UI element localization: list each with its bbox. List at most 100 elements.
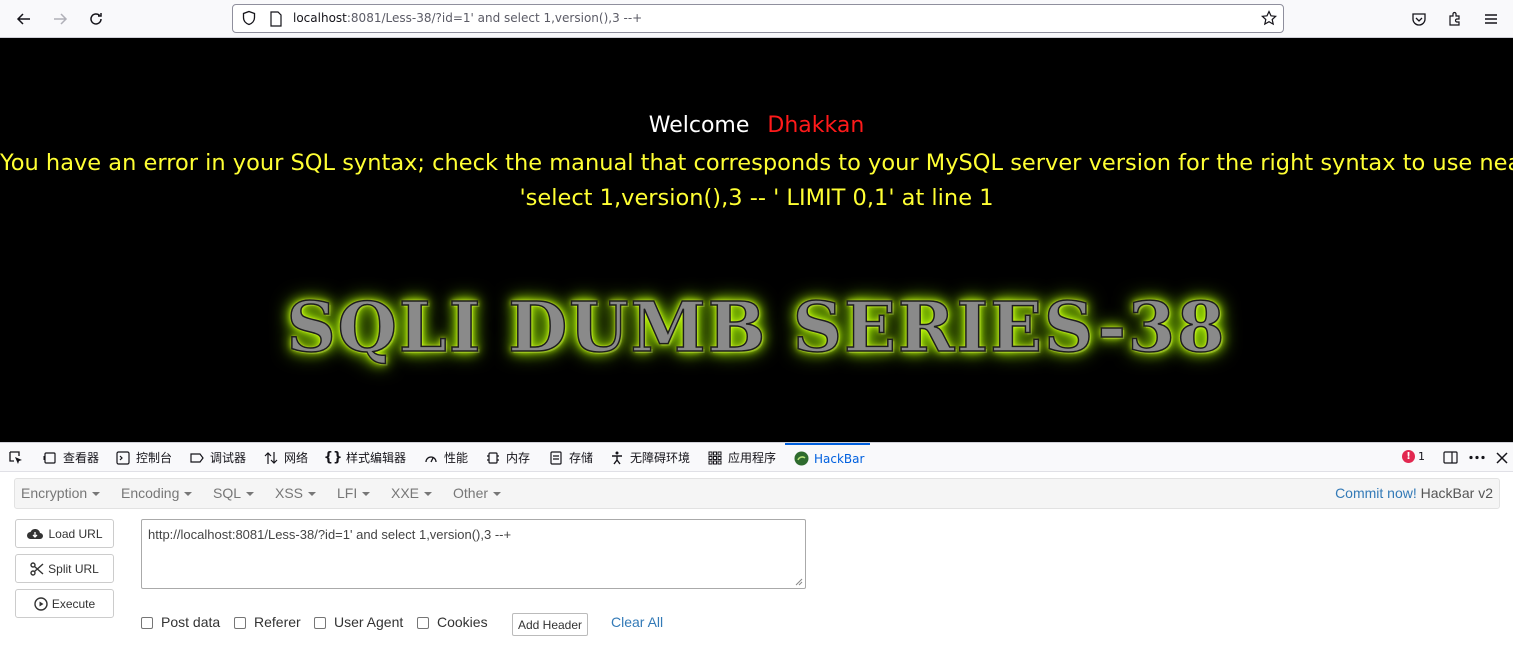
banner-text: SQLI DUMB SERIES-38 — [286, 287, 1227, 369]
caret-down-icon — [424, 492, 433, 497]
error-count-badge[interactable]: ! 1 — [1402, 450, 1425, 463]
add-header-button[interactable]: Add Header — [512, 613, 588, 636]
tab-label: 查看器 — [63, 451, 100, 465]
network-icon — [263, 450, 279, 466]
back-icon[interactable] — [11, 6, 37, 32]
tab-label: 应用程序 — [728, 451, 777, 465]
caret-down-icon — [493, 492, 502, 497]
inspector-icon — [42, 450, 58, 466]
tab-performance[interactable]: 性能 — [423, 443, 468, 472]
pocket-icon[interactable] — [1406, 6, 1432, 32]
tab-storage[interactable]: 存储 — [548, 443, 593, 472]
url-host: localhost — [293, 11, 347, 25]
welcome-line: Welcome Dhakkan — [0, 113, 1513, 138]
tab-hackbar[interactable]: HackBar — [785, 443, 870, 472]
accessibility-icon — [609, 450, 625, 466]
load-url-label: Load URL — [48, 526, 103, 541]
tab-memory[interactable]: 内存 — [485, 443, 530, 472]
option-label: Post data — [161, 614, 221, 630]
tab-network[interactable]: 网络 — [263, 443, 308, 472]
menu-xxe[interactable]: XXE — [391, 485, 433, 501]
menu-other[interactable]: Other — [453, 485, 502, 501]
tab-style-editor[interactable]: {} 样式编辑器 — [323, 443, 406, 472]
tab-label: 内存 — [506, 451, 531, 465]
option-label: User Agent — [334, 614, 404, 630]
console-icon — [115, 450, 131, 466]
execute-label: Execute — [51, 596, 96, 611]
split-url-button[interactable]: Split URL — [15, 554, 114, 583]
tab-label: 性能 — [444, 451, 469, 465]
hackbar-url-value: http://localhost:8081/Less-38/?id=1' and… — [148, 527, 512, 542]
user-name: Dhakkan — [767, 113, 865, 138]
style-editor-icon: {} — [323, 450, 343, 465]
url-path: :8081/Less-38/?id=1' and select 1,versio… — [346, 11, 643, 25]
application-icon — [707, 450, 723, 466]
tab-inspector[interactable]: 查看器 — [42, 443, 99, 472]
commit-link[interactable]: Commit now! — [1335, 485, 1417, 501]
page-icon — [269, 11, 283, 31]
resize-handle-icon[interactable] — [795, 578, 803, 586]
performance-icon — [423, 450, 439, 466]
sql-error-message: You have an error in your SQL syntax; ch… — [0, 146, 1513, 216]
commit-area: Commit now! HackBar v2 — [1335, 485, 1493, 501]
browser-toolbar: localhost:8081/Less-38/?id=1' and select… — [0, 0, 1513, 38]
series-banner: SQLI DUMB SERIES-38 — [0, 287, 1513, 369]
option-label: Cookies — [437, 614, 488, 630]
caret-down-icon — [362, 492, 371, 497]
hackbar-version: HackBar v2 — [1420, 485, 1493, 501]
tab-label: HackBar — [814, 451, 865, 466]
bookmark-star-icon[interactable] — [1260, 10, 1278, 30]
reload-icon[interactable] — [83, 6, 109, 32]
hackbar-url-textarea[interactable]: http://localhost:8081/Less-38/?id=1' and… — [141, 519, 806, 589]
post-data-checkbox[interactable] — [141, 617, 153, 629]
memory-icon — [485, 450, 501, 466]
user-agent-checkbox[interactable] — [314, 617, 326, 629]
tab-label: 无障碍环境 — [630, 451, 691, 465]
clear-all-link[interactable]: Clear All — [611, 614, 663, 630]
tab-label: 存储 — [569, 451, 594, 465]
scissors-icon — [30, 561, 44, 576]
error-line-2: 'select 1,version(),3 -- ' LIMIT 0,1' at… — [519, 185, 994, 211]
extensions-icon[interactable] — [1442, 6, 1468, 32]
cloud-download-icon — [27, 528, 44, 539]
play-circle-icon — [34, 596, 48, 611]
tab-application[interactable]: 应用程序 — [707, 443, 776, 472]
menu-label: Other — [453, 485, 489, 501]
option-label: Referer — [254, 614, 301, 630]
page-content: Welcome Dhakkan You have an error in your… — [0, 38, 1513, 442]
menu-encryption[interactable]: Encryption — [21, 485, 101, 501]
menu-lfi[interactable]: LFI — [337, 485, 371, 501]
hackbar-icon — [793, 451, 809, 467]
tab-accessibility[interactable]: 无障碍环境 — [609, 443, 690, 472]
url-text[interactable]: localhost:8081/Less-38/?id=1' and select… — [293, 11, 642, 25]
debugger-icon — [189, 450, 205, 466]
tab-label: 网络 — [284, 451, 309, 465]
menu-xss[interactable]: XSS — [275, 485, 317, 501]
hackbar-menu: Encryption Encoding SQL XSS LFI XXE Othe… — [14, 478, 1500, 509]
menu-icon[interactable] — [1478, 6, 1504, 32]
menu-label: LFI — [337, 485, 358, 501]
execute-button[interactable]: Execute — [15, 589, 114, 618]
tab-console[interactable]: 控制台 — [115, 443, 172, 472]
menu-encoding[interactable]: Encoding — [121, 485, 193, 501]
dock-side-icon[interactable] — [1443, 443, 1458, 472]
referer-checkbox[interactable] — [234, 617, 246, 629]
element-picker-icon[interactable] — [8, 443, 24, 472]
hackbar-panel: Encryption Encoding SQL XSS LFI XXE Othe… — [0, 472, 1513, 653]
menu-label: XSS — [275, 485, 304, 501]
cookies-checkbox[interactable] — [417, 617, 429, 629]
load-url-button[interactable]: Load URL — [15, 519, 114, 548]
close-devtools-icon[interactable] — [1495, 443, 1509, 472]
devtools-tabbar: 查看器 控制台 调试器 网络 {} 样式编辑器 性能 内存 存储 无障碍环境 应… — [0, 442, 1513, 472]
more-options-icon[interactable] — [1468, 443, 1486, 472]
menu-sql[interactable]: SQL — [213, 485, 255, 501]
shield-icon[interactable] — [241, 10, 257, 30]
split-url-label: Split URL — [48, 561, 99, 576]
error-line-1: You have an error in your SQL syntax; ch… — [0, 150, 1513, 176]
tab-debugger[interactable]: 调试器 — [189, 443, 246, 472]
menu-label: XXE — [391, 485, 420, 501]
url-bar[interactable]: localhost:8081/Less-38/?id=1' and select… — [232, 4, 1284, 33]
forward-icon[interactable] — [47, 6, 73, 32]
menu-label: Encoding — [121, 485, 180, 501]
caret-down-icon — [246, 492, 255, 497]
